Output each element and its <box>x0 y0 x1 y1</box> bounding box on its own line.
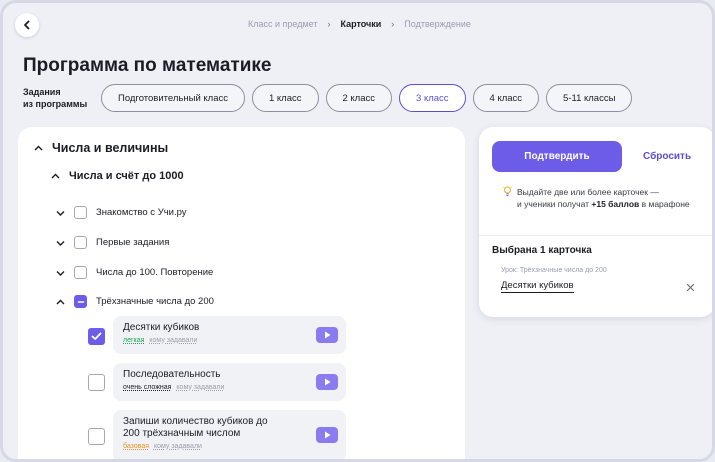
section-title: Числа и величины <box>52 141 169 155</box>
hint-line2-pre: и ученики получат <box>517 199 592 209</box>
chevron-up-icon[interactable] <box>54 299 66 305</box>
topic-row[interactable]: Первые задания <box>54 236 169 249</box>
remove-selected-button[interactable] <box>686 279 695 297</box>
confirm-button[interactable]: Подтвердить <box>492 141 622 172</box>
topic-label: Трёхзначные числа до 200 <box>96 296 214 307</box>
breadcrumb-separator: › <box>327 19 331 29</box>
chevron-down-icon[interactable] <box>54 270 66 276</box>
topic-checkbox[interactable] <box>74 206 87 219</box>
subsection-numbers-to-1000[interactable]: Числа и счёт до 1000 <box>49 170 184 182</box>
hint-line1: Выдайте две или более карточек — <box>517 187 659 197</box>
divider <box>479 235 712 236</box>
play-button[interactable] <box>316 427 338 443</box>
difficulty-badge: очень сложная <box>123 384 172 391</box>
card-meta: легкая кому задавали <box>123 337 336 344</box>
play-button[interactable] <box>316 327 338 343</box>
subsection-title: Числа и счёт до 1000 <box>69 170 184 182</box>
lightbulb-icon <box>503 186 512 200</box>
difficulty-badge: легкая <box>123 337 145 344</box>
hint-bonus: +15 баллов <box>591 199 640 209</box>
grades-label-line2: из программы <box>23 99 88 109</box>
topic-row[interactable]: Числа до 100. Повторение <box>54 266 213 279</box>
play-icon <box>324 378 330 386</box>
card-title-line2: 200 трёхзначным числом <box>123 428 241 439</box>
task-card[interactable]: Десятки кубиков легкая кому задавали <box>113 316 346 354</box>
grade-pill-4[interactable]: 4 класс <box>472 84 540 112</box>
grades-label-line1: Задания <box>23 87 61 97</box>
chevron-down-icon[interactable] <box>54 210 66 216</box>
card-checkbox[interactable] <box>88 328 105 345</box>
breadcrumb-step-cards: Карточки <box>340 19 382 29</box>
program-tree: Числа и величины Числа и счёт до 1000 Зн… <box>18 127 465 459</box>
close-icon <box>686 283 695 292</box>
selection-panel: Подтвердить Сбросить Выдайте две или бол… <box>479 127 712 317</box>
breadcrumb-step-class-subject[interactable]: Класс и предмет <box>248 19 317 29</box>
grade-filter: Подготовительный класс 1 класс 2 класс 3… <box>101 84 633 112</box>
play-button[interactable] <box>316 374 338 390</box>
topic-label: Знакомство с Учи.ру <box>96 207 187 218</box>
topic-label: Числа до 100. Повторение <box>96 267 214 278</box>
hint-line2: и ученики получат +15 баллов в марафоне <box>503 198 703 210</box>
page-title: Программа по математике <box>23 55 272 76</box>
hint-text: Выдайте две или более карточек — и учени… <box>503 186 703 210</box>
card-title: Запиши количество кубиков до 200 трёхзна… <box>123 416 336 440</box>
difficulty-badge: базовая <box>123 443 150 450</box>
app-window: Класс и предмет › Карточки › Подтвержден… <box>0 0 715 462</box>
card-meta: очень сложная кому задавали <box>123 384 336 391</box>
topic-checkbox[interactable] <box>74 266 87 279</box>
play-icon <box>324 331 330 339</box>
task-card[interactable]: Последовательность очень сложная кому за… <box>113 363 346 401</box>
card-meta: базовая кому задавали <box>123 443 336 450</box>
back-button[interactable] <box>15 13 39 37</box>
breadcrumb: Класс и предмет › Карточки › Подтвержден… <box>248 19 471 29</box>
selected-card-link[interactable]: Десятки кубиков <box>501 280 574 293</box>
topic-checkbox[interactable] <box>74 295 87 308</box>
card-title: Десятки кубиков <box>123 322 200 333</box>
section-numbers-and-quantities[interactable]: Числа и величины <box>32 141 168 155</box>
chevron-down-icon[interactable] <box>54 240 66 246</box>
play-icon <box>324 431 330 439</box>
selected-lesson-label: Урок: Трёхзначные числа до 200 <box>501 267 607 274</box>
topic-row[interactable]: Знакомство с Учи.ру <box>54 206 187 219</box>
top-bar: Класс и предмет › Карточки › Подтвержден… <box>13 11 702 39</box>
check-icon <box>91 332 102 340</box>
hint-line2-post: в марафоне <box>639 199 690 209</box>
card-checkbox[interactable] <box>88 428 105 445</box>
card-title: Последовательность <box>123 369 221 380</box>
grade-pill-2[interactable]: 2 класс <box>325 84 393 112</box>
grades-label: Задания из программы <box>23 86 93 110</box>
who-assigned-link[interactable]: кому задавали <box>176 384 224 391</box>
chevron-up-icon <box>32 145 44 151</box>
card-title-line1: Запиши количество кубиков до <box>123 416 268 427</box>
breadcrumb-step-confirmation: Подтверждение <box>404 19 471 29</box>
grade-pill-5-11[interactable]: 5-11 классы <box>546 84 633 112</box>
who-assigned-link[interactable]: кому задавали <box>154 443 202 450</box>
grade-pill-1[interactable]: 1 класс <box>251 84 319 112</box>
grade-pill-3[interactable]: 3 класс <box>399 84 466 112</box>
chevron-up-icon <box>49 173 61 179</box>
reset-button[interactable]: Сбросить <box>643 151 691 162</box>
card-checkbox[interactable] <box>88 374 105 391</box>
task-card[interactable]: Запиши количество кубиков до 200 трёхзна… <box>113 410 346 459</box>
topic-checkbox[interactable] <box>74 236 87 249</box>
breadcrumb-separator: › <box>391 19 395 29</box>
who-assigned-link[interactable]: кому задавали <box>149 337 197 344</box>
selected-count-title: Выбрана 1 карточка <box>492 245 592 256</box>
grade-pill-preparatory[interactable]: Подготовительный класс <box>101 84 245 112</box>
back-arrow-icon <box>24 20 30 30</box>
topic-label: Первые задания <box>96 237 170 248</box>
minus-icon <box>77 300 84 303</box>
topic-row[interactable]: Трёхзначные числа до 200 <box>54 295 214 308</box>
